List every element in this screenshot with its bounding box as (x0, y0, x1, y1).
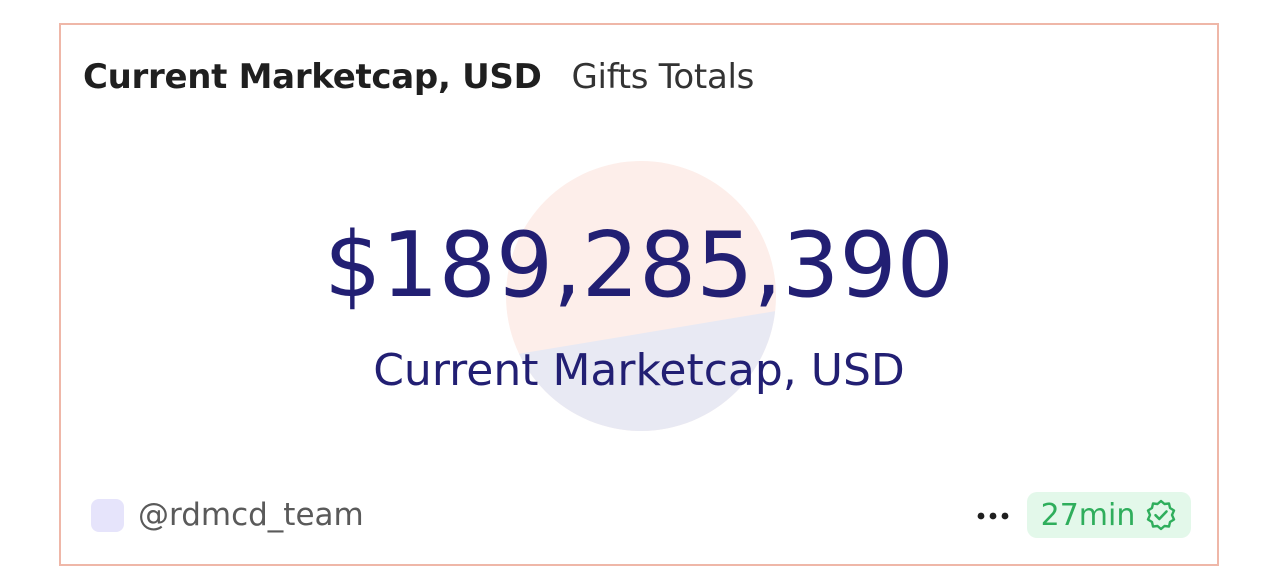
verified-check-icon (1145, 499, 1177, 531)
author-info[interactable]: @rdmcd_team (91, 497, 364, 533)
card-header: Current Marketcap, USD Gifts Totals (83, 57, 784, 97)
marketcap-value: $189,285,390 (324, 213, 954, 318)
time-label: 27min (1040, 497, 1136, 533)
author-handle[interactable]: @rdmcd_team (138, 497, 364, 533)
marketcap-caption: Current Marketcap, USD (373, 345, 905, 396)
tab-current-marketcap[interactable]: Current Marketcap, USD (83, 57, 542, 97)
tab-gifts-totals[interactable]: Gifts Totals (572, 57, 755, 97)
avatar (91, 498, 124, 532)
ellipsis-icon[interactable] (973, 501, 1013, 531)
marketcap-card: Current Marketcap, USD Gifts Totals $189… (59, 23, 1219, 566)
time-badge: 27min (1027, 492, 1191, 538)
